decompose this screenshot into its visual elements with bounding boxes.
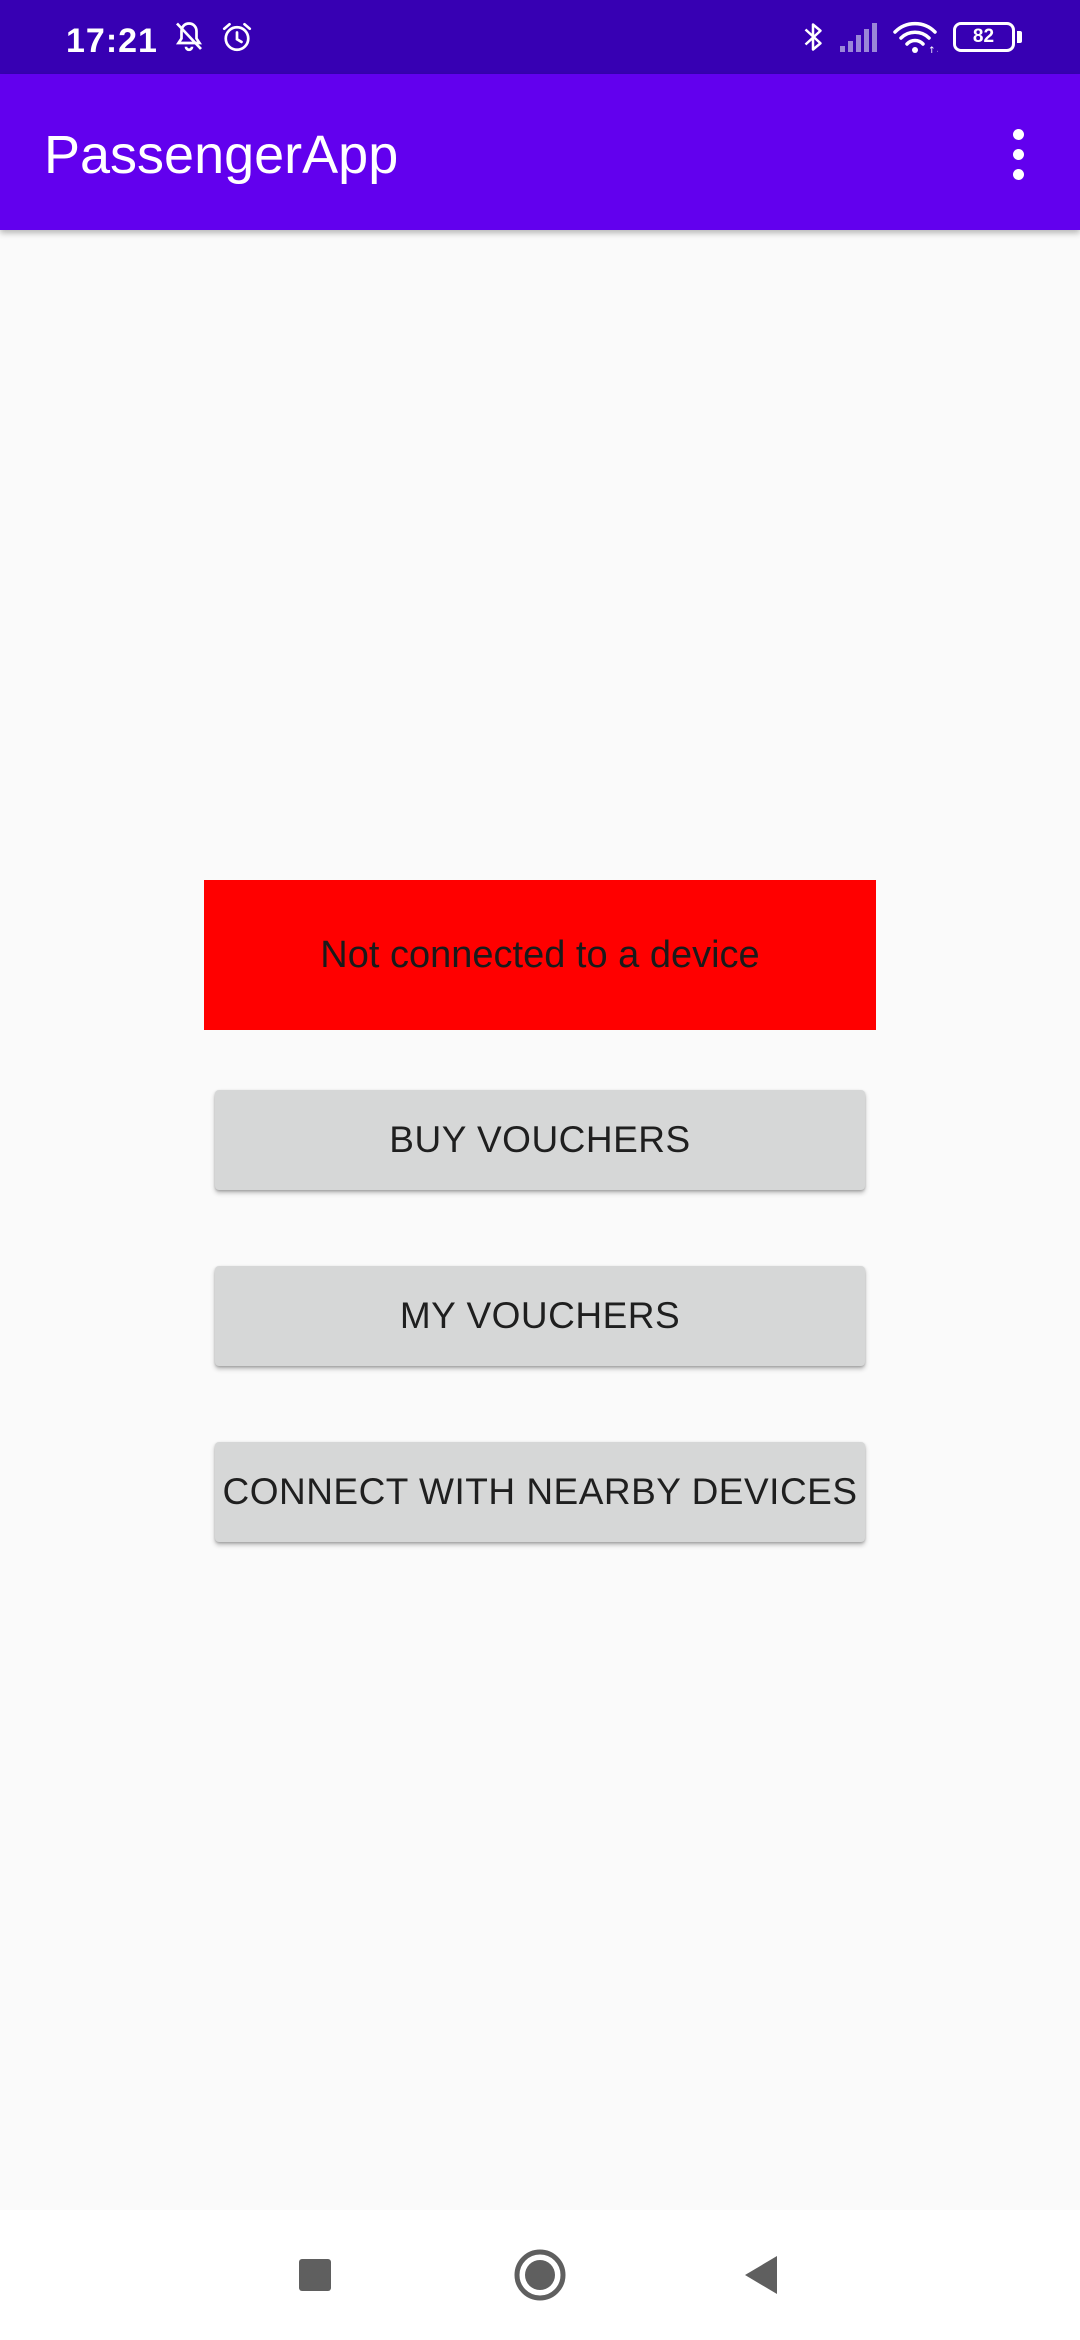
bell-off-icon	[168, 0, 210, 74]
svg-text:↑↓: ↑↓	[928, 46, 938, 55]
wifi-icon: ↑↓	[890, 0, 940, 74]
connection-status-banner: Not connected to a device	[204, 880, 876, 1030]
bluetooth-icon	[796, 0, 830, 74]
app-title: PassengerApp	[44, 125, 399, 185]
buy-vouchers-button[interactable]: BUY VOUCHERS	[215, 1090, 865, 1190]
battery-level: 82	[972, 26, 995, 47]
menu-dot	[1012, 148, 1024, 160]
back-icon[interactable]	[716, 2230, 806, 2320]
home-icon[interactable]	[495, 2230, 585, 2320]
recents-icon[interactable]	[270, 2230, 360, 2320]
alarm-icon	[216, 0, 258, 74]
status-time: 17:21	[66, 22, 158, 60]
my-vouchers-button[interactable]: MY VOUCHERS	[215, 1266, 865, 1366]
status-bar: 17:21 ↑↓	[0, 0, 1080, 74]
system-nav-bar	[0, 2210, 1080, 2340]
battery-icon: 82	[950, 0, 1024, 74]
menu-dot	[1012, 168, 1024, 180]
menu-dot	[1012, 128, 1024, 140]
cellular-signal-icon	[836, 0, 882, 74]
more-vert-icon[interactable]	[978, 114, 1058, 194]
connect-nearby-devices-button[interactable]: CONNECT WITH NEARBY DEVICES	[215, 1442, 865, 1542]
app-bar: PassengerApp	[0, 74, 1080, 230]
main-content: Not connected to a device BUY VOUCHERS M…	[0, 230, 1080, 2210]
